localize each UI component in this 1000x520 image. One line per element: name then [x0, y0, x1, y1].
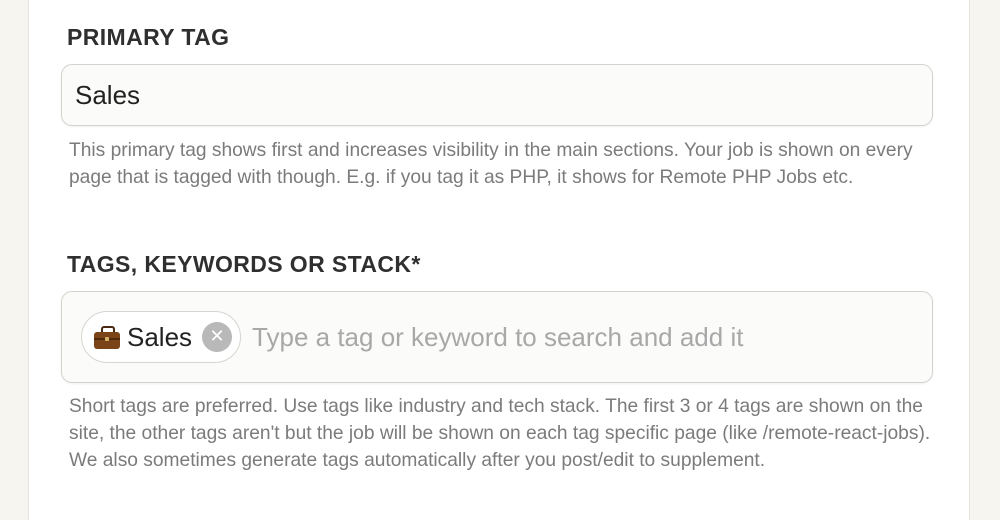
- tags-heading: TAGS, KEYWORDS OR STACK*: [67, 251, 421, 277]
- tag-search-input[interactable]: [252, 312, 932, 362]
- primary-tag-help-text: This primary tag shows first and increas…: [69, 140, 913, 188]
- tags-input-box[interactable]: Sales ✕: [61, 291, 933, 383]
- remove-tag-icon[interactable]: ✕: [202, 322, 233, 352]
- primary-tag-input[interactable]: [61, 64, 933, 126]
- briefcase-icon: [93, 324, 121, 350]
- primary-tag-heading: PRIMARY TAG: [67, 24, 230, 50]
- tag-chip-label: Sales: [127, 321, 193, 352]
- tags-help-text: Short tags are preferred. Use tags like …: [69, 396, 931, 471]
- tag-chip-sales[interactable]: Sales ✕: [81, 311, 242, 363]
